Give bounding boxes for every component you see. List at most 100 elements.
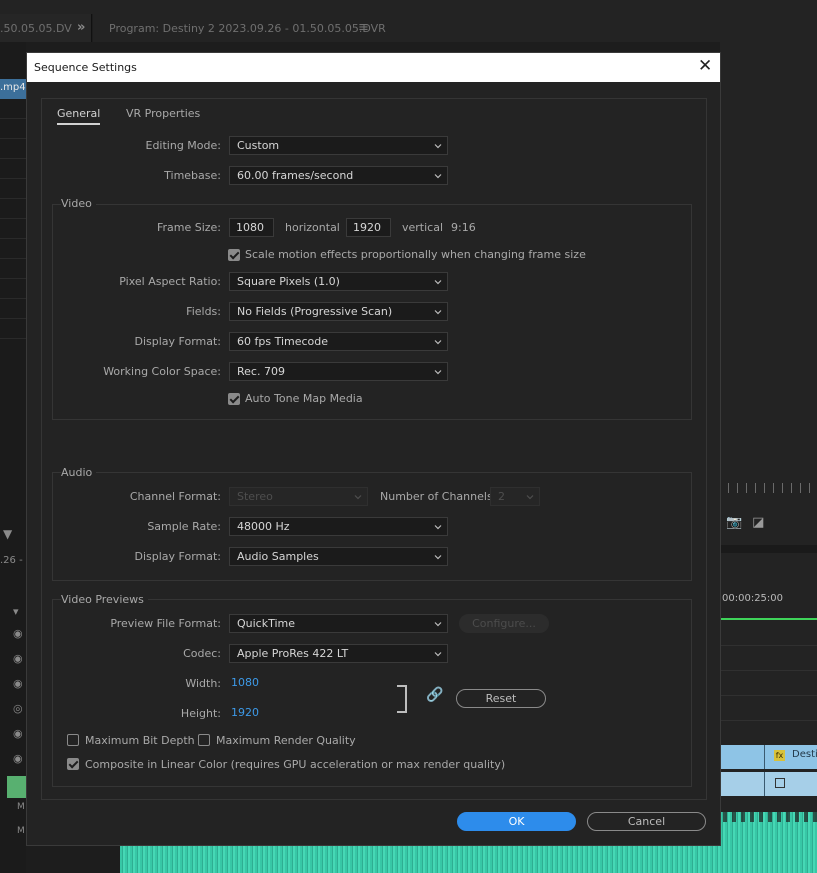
chevron-down-icon [434,174,442,179]
scale-motion-label: Scale motion effects proportionally when… [245,248,586,261]
chevron-down-icon [434,280,442,285]
timeline-video-clip[interactable] [720,772,817,796]
chevron-down-icon [434,310,442,315]
program-title: Program: Destiny 2 2023.09.26 - 01.50.05… [109,22,386,35]
frame-height-value: 1920 [353,221,381,234]
pixel-aspect-ratio-value: Square Pixels (1.0) [237,275,340,288]
video-section-title: Video [61,197,96,210]
marker-icon[interactable]: ▾ [13,605,19,618]
working-color-space-label: Working Color Space: [103,365,221,378]
eye-icon[interactable]: ◉ [13,677,23,690]
export-frame-icon[interactable]: 📷◪ [726,515,774,530]
editing-mode-value: Custom [237,139,280,152]
timebase-dropdown[interactable]: 60.00 frames/second [229,166,448,185]
dialog-titlebar[interactable]: Sequence Settings ✕ [27,53,720,82]
editing-mode-label: Editing Mode: [145,139,222,152]
chevron-down-icon [526,495,534,500]
frame-size-label: Frame Size: [156,221,221,234]
preview-height-label: Height: [180,707,221,720]
ok-button[interactable]: OK [457,812,576,831]
preview-file-format-label: Preview File Format: [110,617,221,630]
eye-icon[interactable]: ◉ [13,727,23,740]
program-monitor-tab[interactable]: Program: Destiny 2 2023.09.26 - 01.50.05… [93,14,817,42]
composite-linear-checkbox[interactable] [67,758,79,770]
tab-general[interactable]: General [57,107,101,125]
working-color-space-dropdown[interactable]: Rec. 709 [229,362,448,381]
timebase-label: Timebase: [164,169,221,182]
chevron-down-icon [434,144,442,149]
reset-button[interactable]: Reset [456,689,546,708]
audio-track-mute[interactable] [7,776,26,798]
fields-dropdown[interactable]: No Fields (Progressive Scan) [229,302,448,321]
auto-tone-map-label: Auto Tone Map Media [245,392,363,405]
panel-overflow-icon[interactable]: » [77,20,85,35]
eye-icon[interactable]: ◉ [13,752,23,765]
eye-icon[interactable]: ◉ [13,627,23,640]
video-display-format-label: Display Format: [134,335,221,348]
codec-value: Apple ProRes 422 LT [237,647,349,660]
frame-height-input[interactable]: 1920 [346,218,391,237]
scale-motion-checkbox[interactable] [228,249,240,261]
audio-display-format-value: Audio Samples [237,550,319,563]
fields-value: No Fields (Progressive Scan) [237,305,393,318]
link-bracket [397,685,407,713]
chevron-down-icon [434,340,442,345]
timeline-header [720,545,817,553]
timeline-video-clip[interactable]: fx Destin [720,745,817,769]
work-area-bar[interactable] [720,618,817,620]
chevron-down-icon [434,525,442,530]
tab-vr-properties[interactable]: VR Properties [126,107,200,120]
frame-width-value: 1080 [236,221,264,234]
pixel-aspect-ratio-label: Pixel Aspect Ratio: [119,275,221,288]
number-of-channels-dropdown[interactable]: 2 [490,487,540,506]
editing-mode-dropdown[interactable]: Custom [229,136,448,155]
preview-width-value[interactable]: 1080 [231,676,259,689]
max-render-quality-checkbox[interactable] [198,734,210,746]
sample-rate-dropdown[interactable]: 48000 Hz [229,517,448,536]
video-display-format-dropdown[interactable]: 60 fps Timecode [229,332,448,351]
audio-section-title: Audio [61,466,97,479]
max-bit-depth-label: Maximum Bit Depth [85,734,195,747]
project-panel [0,42,26,873]
project-clip[interactable]: .mp4 [0,79,26,99]
sequence-settings-dialog: Sequence Settings ✕ General VR Propertie… [26,52,721,846]
preview-height-value[interactable]: 1920 [231,706,259,719]
preview-file-format-value: QuickTime [237,617,296,630]
channel-format-value: Stereo [237,490,273,503]
track-mute-label[interactable]: M [17,802,25,812]
codec-label: Codec: [183,647,221,660]
eye-hidden-icon[interactable]: ◎ [13,702,23,715]
eye-icon[interactable]: ◉ [13,652,23,665]
chain-link-icon[interactable]: 🔗 [426,687,443,703]
close-icon[interactable]: ✕ [698,57,712,75]
max-render-quality-label: Maximum Render Quality [216,734,356,747]
cancel-button[interactable]: Cancel [587,812,706,831]
source-monitor-tab[interactable]: .50.05.05.DV » [0,14,92,42]
chevron-down-icon [434,622,442,627]
audio-display-format-dropdown[interactable]: Audio Samples [229,547,448,566]
channel-format-dropdown[interactable]: Stereo [229,487,368,506]
video-previews-section-title: Video Previews [61,593,148,606]
preview-width-label: Width: [185,677,221,690]
tab-general-label: General [57,107,101,120]
configure-button[interactable]: Configure... [459,614,549,633]
pixel-aspect-ratio-dropdown[interactable]: Square Pixels (1.0) [229,272,448,291]
auto-tone-map-checkbox[interactable] [228,393,240,405]
frame-width-input[interactable]: 1080 [229,218,274,237]
channel-format-label: Channel Format: [129,490,221,503]
panel-menu-icon[interactable]: ≡ [358,20,369,35]
preview-file-format-dropdown[interactable]: QuickTime [229,614,448,633]
chevron-down-icon [434,652,442,657]
tab-vr-properties-label: VR Properties [126,107,201,120]
working-color-space-value: Rec. 709 [237,365,285,378]
vertical-label: vertical [402,221,444,234]
aspect-ratio-text: 9:16 [451,221,476,234]
chevron-down-icon [354,495,362,500]
max-bit-depth-checkbox[interactable] [67,734,79,746]
codec-dropdown[interactable]: Apple ProRes 422 LT [229,644,448,663]
number-of-channels-label: Number of Channels: [380,490,497,503]
track-mute-label[interactable]: M [17,826,25,836]
filter-icon[interactable]: ▼ [3,527,12,541]
monitor-ruler [720,483,817,495]
timebase-value: 60.00 frames/second [237,169,354,182]
